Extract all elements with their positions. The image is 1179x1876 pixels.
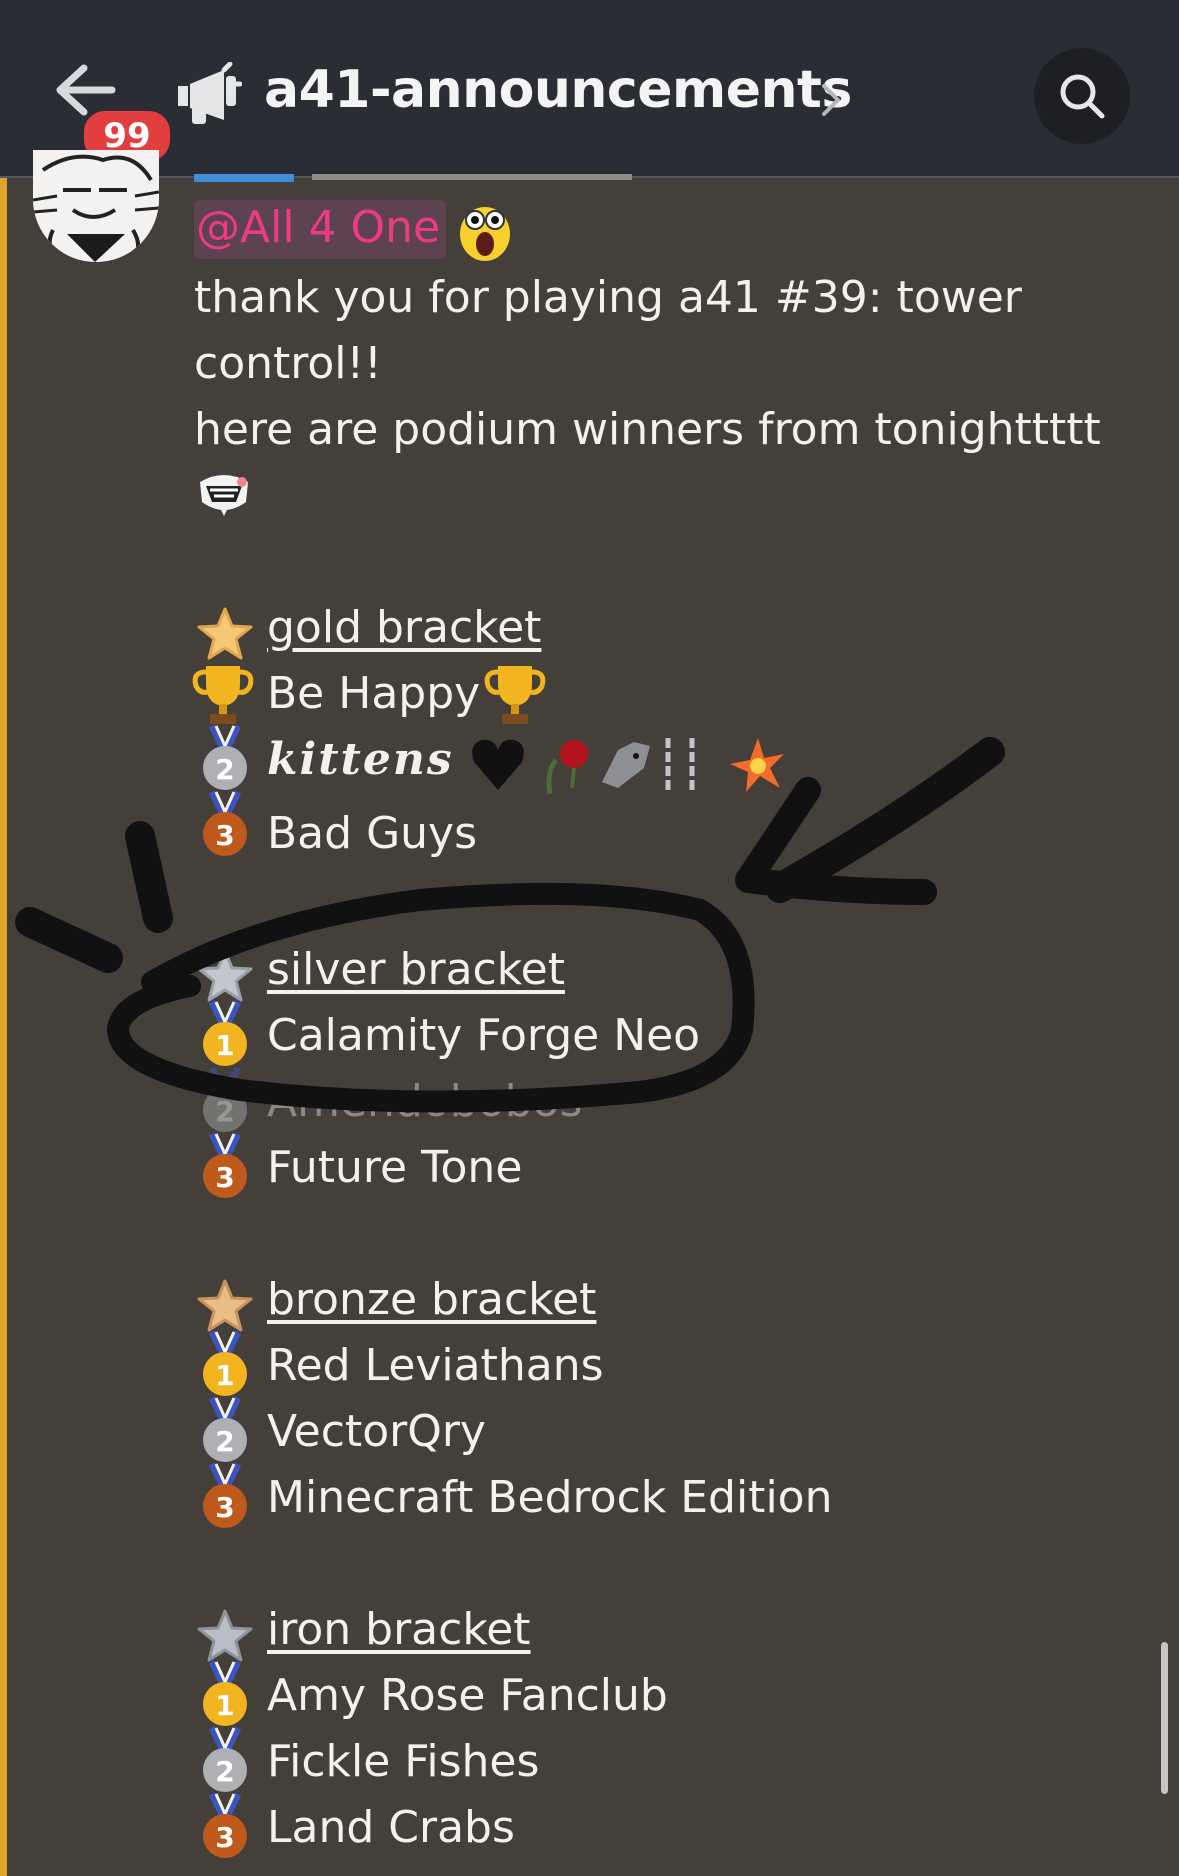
clipped-username-timestamp (194, 174, 632, 182)
bracket-title[interactable]: gold bracket (267, 602, 541, 653)
second-place-medal-icon: 2 (203, 1726, 247, 1792)
bronze-star-icon (197, 1279, 253, 1332)
avatar[interactable] (33, 150, 159, 262)
team-name: Minecraft Bedrock Edition (267, 1472, 833, 1523)
message-header-cut (194, 152, 694, 182)
team-name: VectorQry (267, 1406, 486, 1457)
mention-highlight-bar (0, 178, 7, 1876)
svg-text:2: 2 (215, 1425, 234, 1458)
second-place-medal-icon: 2 (203, 1066, 247, 1132)
second-place-medal-icon: 2 (203, 1396, 247, 1462)
search-icon (1060, 74, 1105, 119)
team-emoji-decoration (472, 738, 784, 795)
message-text-line: thank you for playing a41 #39: tower (194, 272, 1022, 323)
team-name: Land Crabs (267, 1802, 515, 1853)
third-place-medal-icon: 3 (203, 1132, 247, 1198)
team-name: 𝒌𝒊𝒕𝒕𝒆𝒏𝒔 (267, 734, 454, 785)
search-button[interactable] (1034, 48, 1130, 144)
svg-text:1: 1 (215, 1359, 234, 1392)
team-name: Red Leviathans (267, 1340, 604, 1391)
svg-text:3: 3 (215, 819, 234, 852)
svg-text:1: 1 (215, 1029, 234, 1062)
second-place-medal-icon: 2 (203, 724, 247, 790)
channel-name[interactable]: a41-announcements (264, 60, 852, 120)
svg-text:2: 2 (215, 753, 234, 786)
third-place-medal-icon: 3 (203, 1462, 247, 1528)
first-place-medal-icon: 1 (203, 1000, 247, 1066)
team-name: Bad Guys (267, 808, 478, 859)
team-name: Fickle Fishes (267, 1736, 540, 1787)
announcement-megaphone-icon (178, 62, 242, 124)
first-place-medal-icon: 1 (203, 1330, 247, 1396)
scrollbar[interactable] (1161, 1642, 1168, 1794)
trophy-icon (192, 666, 254, 724)
svg-text:2: 2 (215, 1755, 234, 1788)
trophy-icon (484, 666, 546, 724)
svg-text:3: 3 (215, 1491, 234, 1524)
bracket-title[interactable]: bronze bracket (267, 1274, 596, 1325)
bracket-title[interactable]: silver bracket (267, 944, 565, 995)
third-place-medal-icon: 3 (203, 1792, 247, 1858)
message-text-line: control!! (194, 338, 382, 389)
gold-star-icon (197, 607, 253, 660)
svg-text:3: 3 (215, 1161, 234, 1194)
chevron-right-icon[interactable] (820, 82, 842, 118)
avatar-drawing (33, 150, 159, 262)
first-place-medal-icon: 1 (203, 1660, 247, 1726)
iron-star-icon (197, 1609, 253, 1662)
bracket-title[interactable]: iron bracket (267, 1604, 531, 1655)
team-name: Amendobobos (267, 1076, 583, 1127)
message-text-line: here are podium winners from tonighttttt (194, 404, 1101, 455)
team-name: Be Happy (267, 668, 481, 719)
third-place-medal-icon: 3 (203, 790, 247, 856)
grinning-ghost-emoji-icon (200, 475, 248, 516)
svg-text:3: 3 (215, 1821, 234, 1854)
svg-text:1: 1 (215, 1689, 234, 1722)
team-name: Calamity Forge Neo (267, 1010, 701, 1061)
team-name: Amy Rose Fanclub (267, 1670, 668, 1721)
team-name: Future Tone (267, 1142, 523, 1193)
silver-star-icon (197, 949, 253, 1002)
role-mention[interactable]: @All 4 One (194, 200, 447, 259)
svg-text:2: 2 (215, 1095, 234, 1128)
shocked-face-emoji-icon (460, 207, 510, 261)
